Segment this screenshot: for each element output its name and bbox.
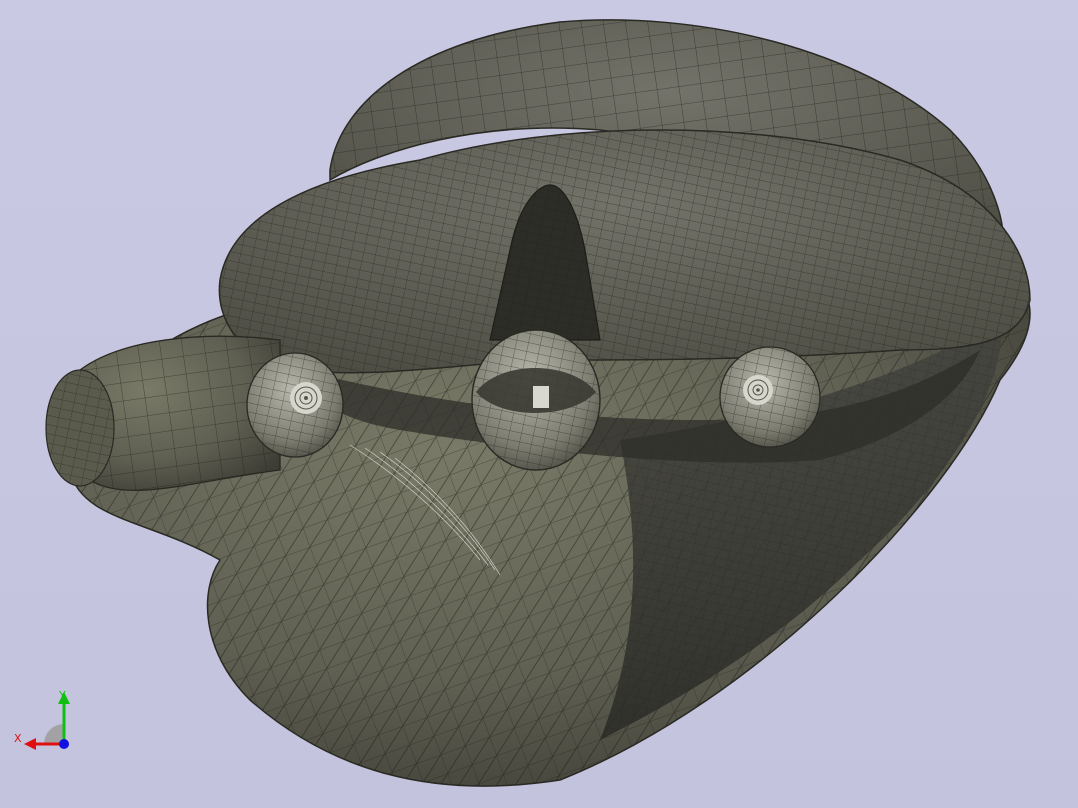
port-opening <box>533 386 549 408</box>
left-cylinder <box>45 335 281 491</box>
axis-triad-graphic <box>24 692 70 750</box>
axis-triad: X Y <box>14 686 78 752</box>
mesh-model-view[interactable] <box>0 0 1078 808</box>
left-sphere <box>246 352 344 458</box>
right-sphere <box>719 346 821 448</box>
z-axis-dot <box>59 739 69 749</box>
y-axis-label: Y <box>59 689 66 702</box>
3d-viewport[interactable]: X Y <box>0 0 1078 808</box>
x-axis-label: X <box>14 732 22 745</box>
